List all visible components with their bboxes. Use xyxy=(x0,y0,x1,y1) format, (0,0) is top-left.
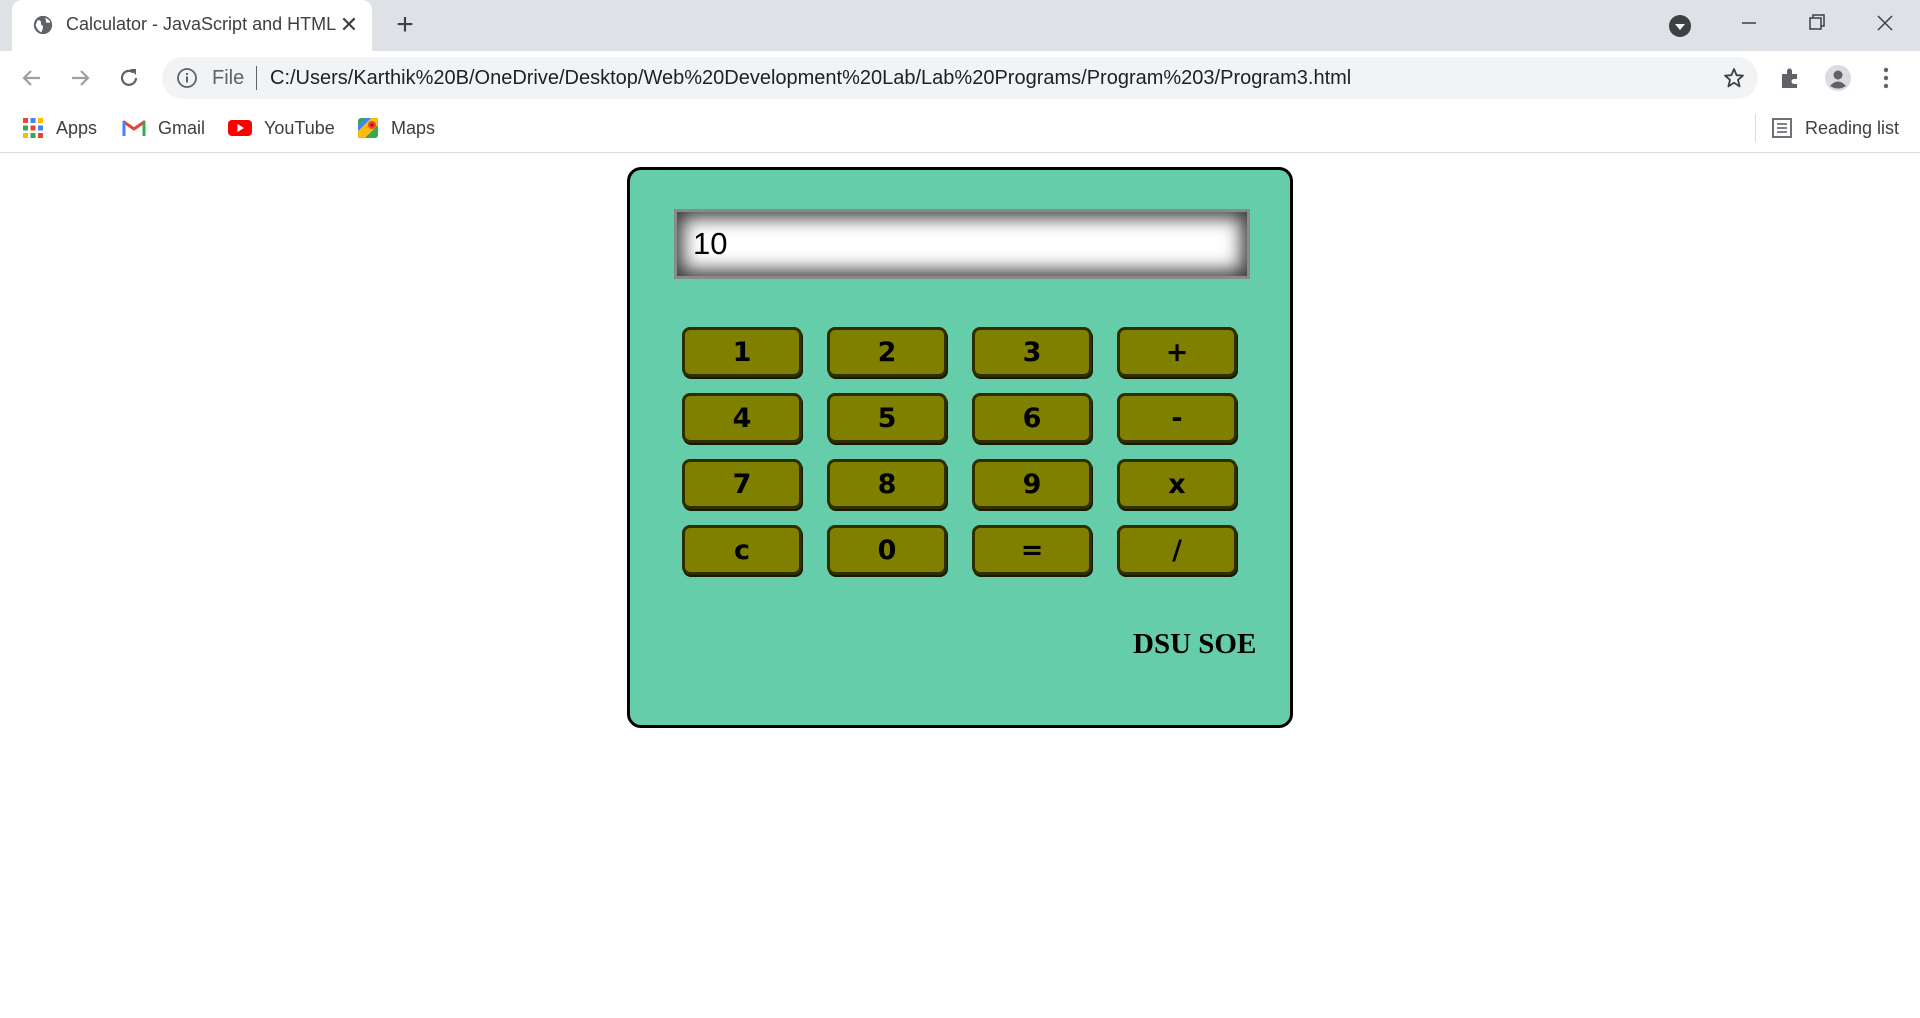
url-text[interactable]: C:/Users/Karthik%20B/OneDrive/Desktop/We… xyxy=(270,67,1351,90)
bookmarks-bar: Apps Gmail YouTube Maps Reading list xyxy=(0,105,1920,153)
forward-arrow-icon[interactable] xyxy=(66,64,94,92)
close-window-icon[interactable] xyxy=(1867,8,1903,38)
bookmark-youtube[interactable]: YouTube xyxy=(228,115,335,141)
minimize-icon[interactable] xyxy=(1731,8,1767,38)
more-menu-icon[interactable] xyxy=(1872,64,1900,92)
key-7[interactable]: 7 xyxy=(682,459,802,509)
brand-label: DSU SOE xyxy=(1133,628,1257,660)
omnibox-divider xyxy=(256,66,257,90)
browser-tab[interactable]: Calculator - JavaScript and HTML ✕ xyxy=(12,0,372,51)
new-tab-icon[interactable]: + xyxy=(390,10,420,41)
key-6[interactable]: 6 xyxy=(972,393,1092,443)
reading-list-icon xyxy=(1772,118,1792,138)
scheme-label: File xyxy=(212,67,245,89)
key-4[interactable]: 4 xyxy=(682,393,802,443)
key-minus[interactable]: - xyxy=(1117,393,1237,443)
globe-icon xyxy=(33,15,53,35)
key-equals[interactable]: = xyxy=(972,525,1092,575)
tab-title: Calculator - JavaScript and HTML xyxy=(66,14,337,34)
bookmark-star-icon[interactable] xyxy=(1722,66,1746,90)
key-8[interactable]: 8 xyxy=(827,459,947,509)
tab-search-icon[interactable] xyxy=(1668,14,1692,38)
key-plus[interactable]: + xyxy=(1117,327,1237,377)
bookmark-label: Maps xyxy=(391,117,436,138)
youtube-icon xyxy=(228,120,252,136)
calculator-panel: 10 1 2 3 + 4 5 6 - 7 8 9 x c 0 = / DSU S… xyxy=(627,167,1293,728)
address-bar[interactable]: File C:/Users/Karthik%20B/OneDrive/Deskt… xyxy=(162,57,1758,99)
maps-icon xyxy=(358,118,378,138)
profile-avatar-icon[interactable] xyxy=(1824,64,1852,92)
reload-icon[interactable] xyxy=(115,64,143,92)
bookmark-gmail[interactable]: Gmail xyxy=(122,115,205,141)
back-arrow-icon[interactable] xyxy=(18,64,46,92)
key-0[interactable]: 0 xyxy=(827,525,947,575)
close-tab-icon[interactable]: ✕ xyxy=(337,13,361,37)
calculator-display[interactable]: 10 xyxy=(674,209,1250,279)
key-2[interactable]: 2 xyxy=(827,327,947,377)
key-multiply[interactable]: x xyxy=(1117,459,1237,509)
bookmarks-divider xyxy=(1755,114,1756,142)
bookmark-maps[interactable]: Maps xyxy=(357,115,435,141)
key-1[interactable]: 1 xyxy=(682,327,802,377)
restore-icon[interactable] xyxy=(1798,8,1834,38)
extensions-icon[interactable] xyxy=(1776,64,1804,92)
apps-grid-icon xyxy=(23,118,43,138)
bookmark-label: Apps xyxy=(56,117,98,138)
info-icon[interactable] xyxy=(176,67,198,89)
key-clear[interactable]: c xyxy=(682,525,802,575)
key-5[interactable]: 5 xyxy=(827,393,947,443)
gmail-icon xyxy=(122,120,146,136)
reading-list-label: Reading list xyxy=(1805,117,1900,138)
bookmark-apps[interactable]: Apps xyxy=(22,115,97,141)
tab-strip: Calculator - JavaScript and HTML ✕ + xyxy=(0,0,1920,51)
key-9[interactable]: 9 xyxy=(972,459,1092,509)
bookmark-label: YouTube xyxy=(264,117,335,138)
browser-toolbar: File C:/Users/Karthik%20B/OneDrive/Deskt… xyxy=(0,51,1920,105)
key-divide[interactable]: / xyxy=(1117,525,1237,575)
reading-list-button[interactable]: Reading list xyxy=(1771,115,1899,141)
key-3[interactable]: 3 xyxy=(972,327,1092,377)
bookmark-label: Gmail xyxy=(158,117,206,138)
